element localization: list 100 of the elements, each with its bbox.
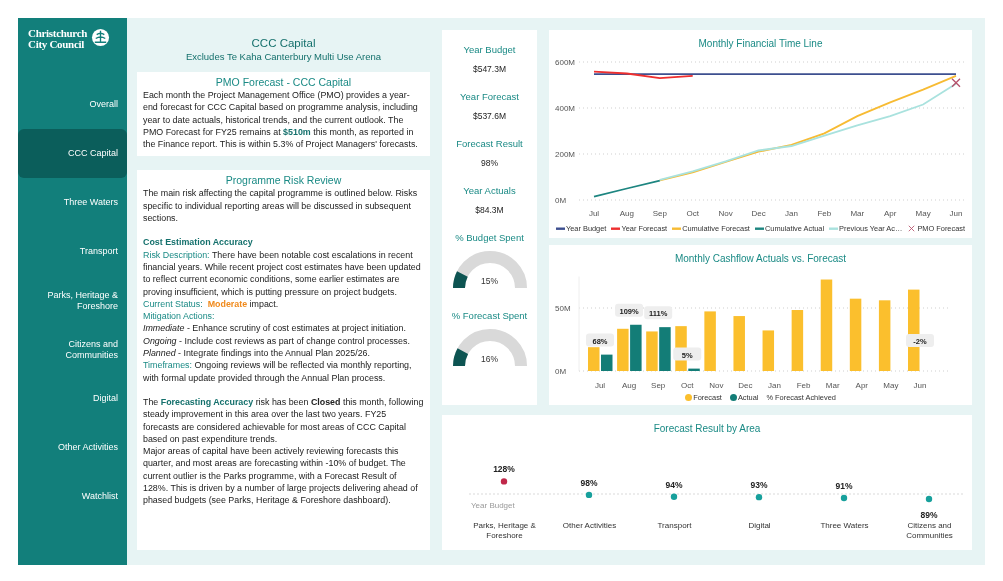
axis-label: Parks, Heritage & Foreshore (472, 521, 537, 541)
axis-label: Oct (686, 209, 699, 218)
paragraph: The Forecasting Accuracy risk has been Closed this month, following steady improvement in this area over the last two years. FY25 forecasts are considered achievable for most areas of CCC Capital based on past expenditure trends. (143, 395, 424, 446)
nav-item[interactable]: Digital (18, 374, 127, 423)
bar (791, 310, 804, 371)
axis-label: Nov (709, 381, 724, 390)
data-label: 91% (835, 481, 853, 492)
kpi-label: Year Actuals (463, 185, 516, 197)
axis-label: Sep (652, 209, 667, 218)
bar (646, 331, 658, 371)
paragraph: Cost Estimation Accuracy (143, 236, 254, 249)
axis-label: Dec (738, 381, 753, 390)
axis-label: Apr (855, 381, 869, 390)
cross-marker (951, 78, 961, 88)
data-label: 89% (920, 509, 938, 520)
axis-label: Three Waters (819, 521, 870, 532)
nav-item[interactable]: Watchlist (18, 472, 127, 521)
gauge-value: 16% (480, 354, 499, 364)
nav-item[interactable]: Other Activities (18, 423, 127, 472)
nav-item[interactable]: Citizens and Communities (18, 325, 127, 374)
axis-label: Jul (588, 209, 600, 218)
axis-label: 200M (555, 150, 575, 159)
axis-label: Mar (850, 209, 865, 218)
axis-label: Jul (594, 381, 606, 390)
kpi-value: $537.6M (472, 111, 507, 122)
chart-title: Forecast Result by Area (652, 422, 762, 435)
kpi-label: % Forecast Spent (451, 310, 528, 322)
bar (617, 328, 629, 371)
chart-title: Monthly Financial Time Line (697, 37, 824, 50)
nav-item[interactable]: Parks, Heritage & Foreshore (18, 276, 127, 325)
paragraph: Timeframes: Ongoing reviews will be reflected via monthly reporting, with formal update provided through the Annual Plan process. (143, 359, 413, 384)
axis-label: Aug (619, 209, 635, 218)
card-title: Programme Risk Review (224, 173, 343, 188)
nav-item[interactable]: Transport (18, 227, 127, 276)
axis-label: Mar (825, 381, 840, 390)
axis-label: Feb (817, 209, 832, 218)
gauge-value: 15% (480, 276, 499, 286)
paragraph: Planned - Integrate findings into the Annual Plan 2025/26. (143, 347, 371, 360)
paragraph: The main risk affecting the capital programme is outlined below. Risks specific to individual reporting areas will be discussed in subsequent sections. (143, 187, 419, 225)
card-title: PMO Forecast - CCC Capital (214, 75, 353, 89)
kpi-label: Year Forecast (460, 91, 519, 103)
axis-label: 0M (555, 196, 567, 205)
axis-label: 50M (555, 304, 571, 313)
axis-label: Nov (718, 209, 733, 218)
kpi-label: Year Budget (463, 44, 516, 56)
axis-label: Jun (913, 381, 927, 390)
logo-text: Christchurch (28, 28, 88, 39)
dot-icon (685, 394, 693, 401)
axis-label: 400M (555, 104, 575, 113)
chart-title: Monthly Cashflow Actuals vs. Forecast (673, 252, 848, 265)
reference-label: Year Budget (471, 501, 515, 510)
data-label: 128% (493, 464, 515, 475)
bar (630, 324, 642, 371)
data-label: 94% (665, 479, 683, 490)
axis-label: Apr (883, 209, 897, 218)
bar (704, 311, 716, 371)
axis-label: Feb (796, 381, 811, 390)
logo-text: City Council (28, 39, 85, 50)
kpi-value: $84.3M (475, 205, 504, 216)
nav-item[interactable]: Overall (18, 80, 127, 129)
data-label: 98% (580, 477, 598, 488)
emblem-icon (91, 28, 111, 47)
kpi-label: Forecast Result (456, 138, 523, 150)
nav-item[interactable]: CCC Capital (18, 129, 127, 178)
axis-label: Citizens and Communities (905, 521, 954, 541)
bar (762, 330, 775, 371)
axis-label: Digital (747, 521, 772, 532)
axis-label: Jun (949, 209, 963, 218)
axis-label: Transport (656, 521, 693, 532)
axis-label: 600M (555, 58, 575, 67)
cross-icon (907, 225, 917, 232)
paragraph: Each month the Project Management Office (PMO) provides a year-end forecast for CCC Capital based on programme analysis, including year to date actuals, historical trends, and the current outlook. The PMO Forecast for FY25 remains at $510m this month, as reported in the Finance report. This is within 5.3% of Project Managers' forecasts. (143, 89, 419, 151)
axis-label: Jan (768, 381, 781, 390)
bar (588, 347, 600, 371)
axis-label: May (883, 381, 899, 390)
paragraph: Major areas of capital have been actively reviewing forecasts this quarter, and most areas are forecasting within -10% of budget. The current outlier is the Parks programme, with a Forecast Result of 128%. This is driven by a number of large projects delivering ahead of phased budgets (see Parks, Heritage & Foreshore dashboard). (143, 445, 419, 507)
axis-label: Sep (651, 381, 666, 390)
kpi-value: 98% (481, 158, 498, 169)
nav-item[interactable]: Three Waters (18, 178, 127, 227)
axis-label: Jan (785, 209, 798, 218)
kpi-value: $547.3M (472, 64, 507, 75)
bar (601, 354, 613, 371)
kpi-label: % Budget Spent (455, 232, 524, 244)
axis-label: 0M (555, 367, 567, 376)
paragraph: Risk Description: There have been notable cost escalations in recent financial years. While recent project cost estimates have been updated to reflect current economic conditions, some earlier estimates are proving insufficient, which is putting pressure on project budgets. (143, 248, 422, 298)
bar (733, 316, 745, 371)
axis-label: Aug (621, 381, 637, 390)
axis-label: Other Activities (561, 521, 618, 532)
data-label: 93% (750, 480, 768, 491)
paragraph: Mitigation Actions: (143, 310, 216, 323)
page-title: CCC Capital (250, 36, 317, 50)
paragraph: Immediate - Enhance scrutiny of cost estimates at project initiation. (143, 322, 407, 335)
dot-icon (729, 394, 737, 401)
paragraph: Ongoing - Include cost reviews as part of change control processes. (143, 334, 411, 348)
axis-label: Dec (751, 209, 766, 218)
bar (659, 327, 671, 371)
axis-label: May (915, 209, 931, 218)
paragraph: Current Status: Moderate impact. (143, 297, 280, 311)
axis-label: Oct (681, 381, 694, 390)
page-subtitle: Excludes Te Kaha Canterbury Multi Use Arena (184, 50, 383, 63)
